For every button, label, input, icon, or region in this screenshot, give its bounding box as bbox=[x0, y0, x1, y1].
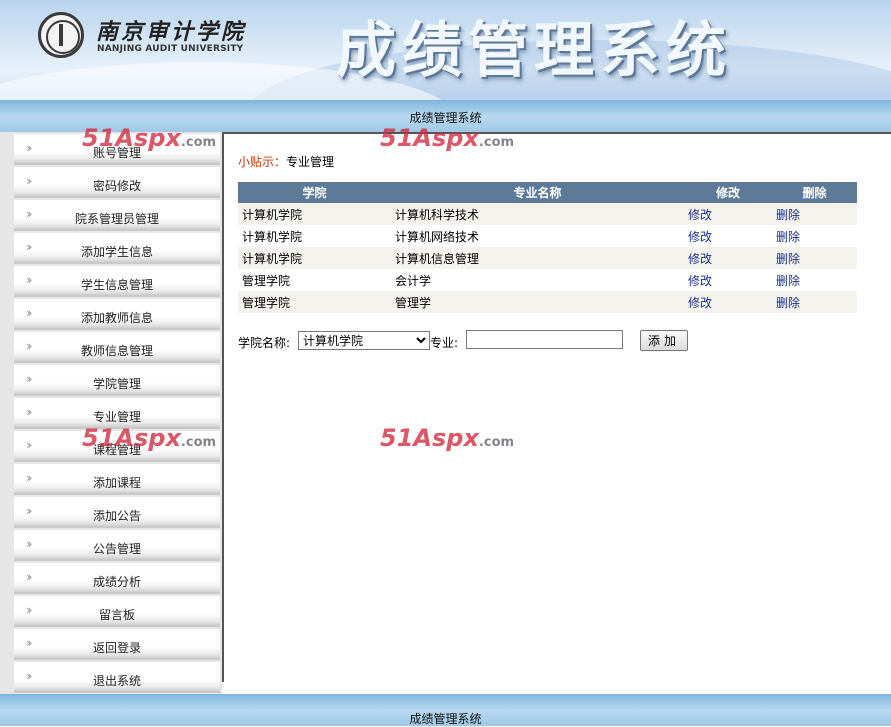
sidebar-item-label: 公告管理 bbox=[92, 542, 141, 556]
main-panel: 小贴示：专业管理 学院 专业名称 修改 删除 计算机学院 计算机科学技术 修改 … bbox=[222, 132, 891, 682]
tip-line: 小贴示：专业管理 bbox=[238, 153, 334, 170]
delete-link[interactable]: 删除 bbox=[776, 252, 800, 266]
system-title: 成绩管理系统 bbox=[336, 16, 732, 86]
col-header-delete: 删除 bbox=[772, 182, 857, 203]
nav-title: 成绩管理系统 bbox=[409, 111, 482, 125]
sidebar-item-label: 添加学生信息 bbox=[80, 245, 153, 259]
sidebar-item-label: 返回登录 bbox=[92, 641, 141, 655]
sidebar-item-label: 学院管理 bbox=[92, 377, 141, 391]
sidebar-item-label: 课程管理 bbox=[92, 443, 141, 457]
sidebar-item-label: 学生信息管理 bbox=[80, 278, 153, 292]
footer-text: 成绩管理系统 bbox=[409, 712, 482, 726]
cell-college: 管理学院 bbox=[238, 269, 391, 291]
sidebar-item-label: 添加课程 bbox=[92, 476, 141, 490]
sidebar-item-back-login[interactable]: ›› 返回登录 bbox=[14, 629, 220, 660]
tip-label: 小贴示： bbox=[238, 155, 287, 169]
sidebar-item-message-board[interactable]: ›› 留言板 bbox=[14, 596, 220, 627]
delete-link[interactable]: 删除 bbox=[776, 208, 800, 222]
sidebar-item-label: 成绩分析 bbox=[92, 575, 141, 589]
cell-major: 会计学 bbox=[391, 269, 684, 291]
sidebar-item-course-manage[interactable]: ›› 课程管理 bbox=[14, 431, 220, 462]
header-banner: 南京审计学院 NANJING AUDIT UNIVERSITY 成绩管理系统 bbox=[0, 0, 891, 100]
table-row: 计算机学院 计算机信息管理 修改 删除 bbox=[238, 247, 857, 269]
sidebar-item-label: 添加教师信息 bbox=[80, 311, 153, 325]
sidebar-item-label: 密码修改 bbox=[92, 179, 141, 193]
sidebar-item-add-notice[interactable]: ›› 添加公告 bbox=[14, 497, 220, 528]
top-nav-bar: 成绩管理系统 bbox=[0, 100, 891, 132]
major-table: 学院 专业名称 修改 删除 计算机学院 计算机科学技术 修改 删除 计算机学院 … bbox=[238, 182, 857, 313]
college-select[interactable]: 计算机学院 bbox=[298, 331, 430, 350]
sidebar-item-add-course[interactable]: ›› 添加课程 bbox=[14, 464, 220, 495]
sidebar-item-major-manage[interactable]: ›› 专业管理 bbox=[14, 398, 220, 429]
table-header-row: 学院 专业名称 修改 删除 bbox=[238, 182, 857, 203]
cell-college: 管理学院 bbox=[238, 291, 391, 313]
sidebar-item-teacher-manage[interactable]: ›› 教师信息管理 bbox=[14, 332, 220, 363]
sidebar-item-label: 账号管理 bbox=[92, 146, 141, 160]
edit-link[interactable]: 修改 bbox=[688, 252, 712, 266]
edit-link[interactable]: 修改 bbox=[688, 208, 712, 222]
major-input[interactable] bbox=[466, 330, 623, 349]
table-row: 管理学院 会计学 修改 删除 bbox=[238, 269, 857, 291]
cell-major: 计算机科学技术 bbox=[391, 203, 684, 225]
tip-text: 专业管理 bbox=[286, 155, 335, 169]
sidebar-item-label: 添加公告 bbox=[92, 509, 141, 523]
sidebar-item-label: 教师信息管理 bbox=[80, 344, 153, 358]
cell-major: 计算机网络技术 bbox=[391, 225, 684, 247]
table-row: 管理学院 管理学 修改 删除 bbox=[238, 291, 857, 313]
col-header-major: 专业名称 bbox=[391, 182, 684, 203]
major-label: 专业: bbox=[430, 336, 459, 350]
table-row: 计算机学院 计算机网络技术 修改 删除 bbox=[238, 225, 857, 247]
edit-link[interactable]: 修改 bbox=[688, 274, 712, 288]
delete-link[interactable]: 删除 bbox=[776, 274, 800, 288]
col-header-college: 学院 bbox=[238, 182, 391, 203]
university-seal-icon bbox=[38, 12, 84, 58]
sidebar-item-college-manage[interactable]: ›› 学院管理 bbox=[14, 365, 220, 396]
footer-bar: 成绩管理系统 bbox=[0, 694, 891, 726]
cell-major: 计算机信息管理 bbox=[391, 247, 684, 269]
delete-link[interactable]: 删除 bbox=[776, 230, 800, 244]
table-row: 计算机学院 计算机科学技术 修改 删除 bbox=[238, 203, 857, 225]
cell-college: 计算机学院 bbox=[238, 225, 391, 247]
sidebar-item-label: 专业管理 bbox=[92, 410, 141, 424]
delete-link[interactable]: 删除 bbox=[776, 296, 800, 310]
edit-link[interactable]: 修改 bbox=[688, 230, 712, 244]
col-header-edit: 修改 bbox=[684, 182, 772, 203]
sidebar-item-student-manage[interactable]: ›› 学生信息管理 bbox=[14, 266, 220, 297]
sidebar-item-label: 退出系统 bbox=[92, 674, 141, 688]
sidebar-item-grade-analysis[interactable]: ›› 成绩分析 bbox=[14, 563, 220, 594]
sidebar: ›› 账号管理 ›› 密码修改 ›› 院系管理员管理 ›› 添加学生信息 ›› 学生信息管… bbox=[0, 132, 222, 694]
sidebar-item-dept-admin[interactable]: ›› 院系管理员管理 bbox=[14, 200, 220, 231]
sidebar-item-label: 院系管理员管理 bbox=[74, 212, 159, 226]
university-name-en: NANJING AUDIT UNIVERSITY bbox=[97, 44, 244, 54]
university-name-cn: 南京审计学院 bbox=[96, 19, 247, 45]
add-major-form: 学院名称: 计算机学院 专业: 添加 bbox=[238, 330, 708, 352]
sidebar-item-account[interactable]: ›› 账号管理 bbox=[14, 134, 220, 165]
sidebar-item-add-student[interactable]: ›› 添加学生信息 bbox=[14, 233, 220, 264]
college-label: 学院名称: bbox=[238, 336, 291, 350]
cell-major: 管理学 bbox=[391, 291, 684, 313]
add-button[interactable]: 添加 bbox=[640, 330, 688, 351]
cell-college: 计算机学院 bbox=[238, 247, 391, 269]
cell-college: 计算机学院 bbox=[238, 203, 391, 225]
sidebar-item-add-teacher[interactable]: ›› 添加教师信息 bbox=[14, 299, 220, 330]
sidebar-item-exit[interactable]: ›› 退出系统 bbox=[14, 662, 220, 693]
edit-link[interactable]: 修改 bbox=[688, 296, 712, 310]
sidebar-item-label: 留言板 bbox=[98, 608, 135, 622]
sidebar-item-password[interactable]: ›› 密码修改 bbox=[14, 167, 220, 198]
sidebar-item-notice-manage[interactable]: ›› 公告管理 bbox=[14, 530, 220, 561]
